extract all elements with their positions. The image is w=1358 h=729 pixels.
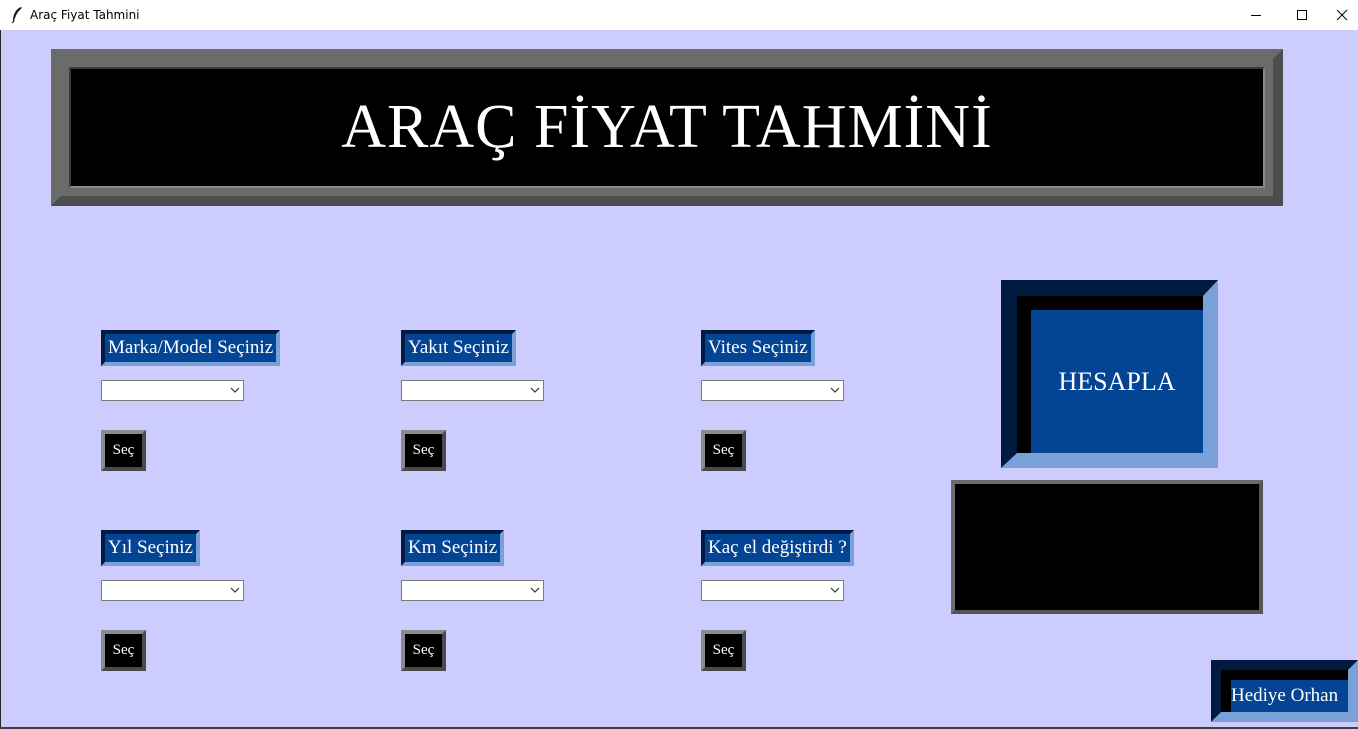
chevron-down-icon bbox=[530, 587, 540, 593]
app-window: Araç Fiyat Tahmini ARAÇ FİYAT TAHMİNİ Ma… bbox=[0, 0, 1358, 729]
vites-sec-button[interactable]: Seç bbox=[701, 430, 746, 471]
km-combobox[interactable] bbox=[401, 580, 544, 601]
minimize-button[interactable] bbox=[1233, 0, 1279, 30]
hesapla-label: HESAPLA bbox=[1017, 296, 1203, 453]
header-panel: ARAÇ FİYAT TAHMİNİ bbox=[69, 67, 1265, 188]
vites-combobox[interactable] bbox=[701, 380, 844, 401]
page-title: ARAÇ FİYAT TAHMİNİ bbox=[341, 93, 993, 161]
km-sec-button[interactable]: Seç bbox=[401, 630, 446, 671]
header-frame: ARAÇ FİYAT TAHMİNİ bbox=[51, 49, 1283, 206]
credit-badge: Hediye Orhan bbox=[1211, 660, 1358, 722]
chevron-down-icon bbox=[530, 387, 540, 393]
el-degistirme-combobox[interactable] bbox=[701, 580, 844, 601]
yil-combobox[interactable] bbox=[101, 580, 244, 601]
el-degistirme-sec-button[interactable]: Seç bbox=[701, 630, 746, 671]
close-button[interactable] bbox=[1325, 0, 1358, 30]
chevron-down-icon bbox=[830, 587, 840, 593]
credit-text: Hediye Orhan bbox=[1221, 670, 1348, 712]
window-title: Araç Fiyat Tahmini bbox=[30, 8, 140, 22]
feather-icon bbox=[11, 7, 22, 24]
yil-sec-button[interactable]: Seç bbox=[101, 630, 146, 671]
yakit-combobox[interactable] bbox=[401, 380, 544, 401]
close-icon bbox=[1336, 9, 1347, 21]
maximize-icon bbox=[1297, 10, 1307, 20]
result-display bbox=[951, 480, 1263, 614]
km-label: Km Seçiniz bbox=[401, 530, 505, 566]
minimize-icon bbox=[1251, 15, 1261, 16]
hesapla-button[interactable]: HESAPLA bbox=[1001, 280, 1218, 468]
vites-label: Vites Seçiniz bbox=[701, 330, 815, 366]
maximize-button[interactable] bbox=[1279, 0, 1325, 30]
yil-label: Yıl Seçiniz bbox=[101, 530, 200, 566]
chevron-down-icon bbox=[230, 587, 240, 593]
title-bar[interactable]: Araç Fiyat Tahmini bbox=[0, 0, 1358, 30]
marka-model-sec-button[interactable]: Seç bbox=[101, 430, 146, 471]
el-degistirme-label: Kaç el değiştirdi ? bbox=[701, 530, 854, 566]
marka-model-label: Marka/Model Seçiniz bbox=[101, 330, 281, 366]
yakit-sec-button[interactable]: Seç bbox=[401, 430, 446, 471]
yakit-label: Yakıt Seçiniz bbox=[401, 330, 516, 366]
chevron-down-icon bbox=[830, 387, 840, 393]
marka-model-combobox[interactable] bbox=[101, 380, 244, 401]
chevron-down-icon bbox=[230, 387, 240, 393]
